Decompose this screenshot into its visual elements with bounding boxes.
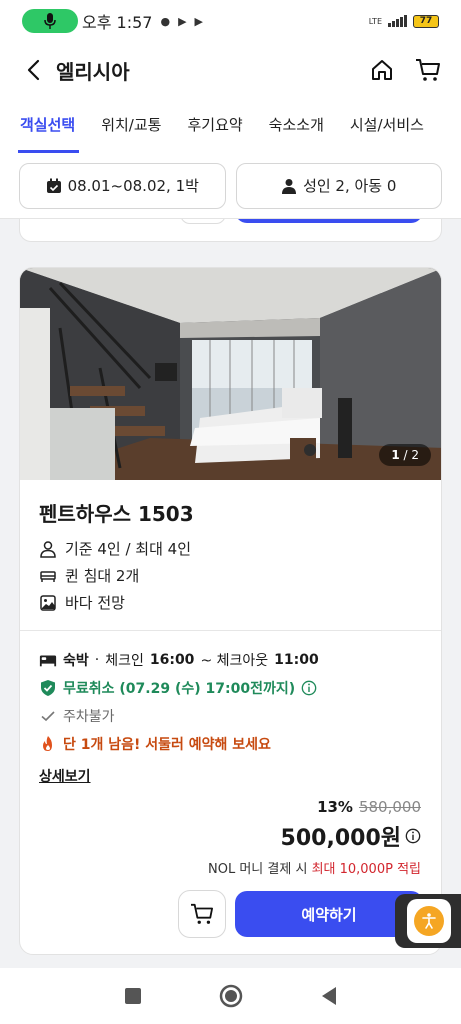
status-right-icons: LTE 77 bbox=[368, 14, 439, 28]
urgency-info: 단 1개 남음! 서둘러 예약해 보세요 bbox=[39, 734, 271, 754]
battery-icon: 77 bbox=[413, 14, 439, 28]
back-nav-button[interactable] bbox=[317, 984, 341, 1008]
calendar-icon bbox=[46, 178, 61, 193]
section-tabs: 객실선택 위치/교통 후기요약 숙소소개 시설/서비스 bbox=[0, 98, 461, 153]
urgency-text: 단 1개 남음! 서둘러 예약해 보세요 bbox=[63, 737, 271, 753]
previous-cart-button[interactable] bbox=[180, 219, 226, 224]
mic-icon bbox=[44, 13, 56, 29]
play-notification-icon-2: ▶ bbox=[194, 14, 204, 28]
points-prefix: NOL 머니 결제 시 bbox=[208, 862, 308, 877]
tab-location[interactable]: 위치/교통 bbox=[101, 114, 161, 153]
filter-bar: 08.01~08.02, 1박 성인 2, 아동 0 bbox=[0, 153, 461, 219]
image-icon bbox=[40, 594, 56, 611]
circle-home-icon bbox=[219, 984, 242, 1008]
info-icon[interactable] bbox=[301, 680, 317, 696]
previous-room-card bbox=[19, 219, 442, 242]
battery-level: 77 bbox=[419, 16, 433, 26]
stay-type: 숙박 bbox=[63, 653, 89, 669]
guest-selector[interactable]: 성인 2, 아동 0 bbox=[235, 162, 442, 209]
person-icon bbox=[282, 178, 297, 194]
accessibility-icon bbox=[414, 906, 444, 936]
checkin-label: 체크인 bbox=[105, 653, 144, 669]
square-icon bbox=[124, 988, 141, 1004]
bed-filled-icon bbox=[39, 655, 57, 667]
network-type: LTE bbox=[368, 16, 382, 26]
view-text: 바다 전망 bbox=[65, 594, 125, 612]
tab-property-info[interactable]: 숙소소개 bbox=[269, 114, 324, 153]
fire-icon bbox=[43, 736, 52, 751]
home-nav-button[interactable] bbox=[219, 984, 243, 1008]
triangle-back-icon bbox=[321, 987, 336, 1005]
original-price: 580,000 bbox=[358, 798, 421, 816]
signal-icon bbox=[388, 15, 407, 27]
system-nav-bar bbox=[0, 968, 461, 1024]
view-spec: 바다 전망 bbox=[39, 592, 125, 613]
home-icon bbox=[372, 60, 392, 80]
app-header: 엘리시아 bbox=[0, 42, 461, 98]
points-info: NOL 머니 결제 시 최대 10,000P 적립 bbox=[208, 858, 421, 877]
status-bar: 오후 1:57 ● ▶ ▶ LTE 77 bbox=[0, 0, 461, 42]
section-divider bbox=[20, 630, 441, 631]
price-info-icon[interactable] bbox=[405, 828, 421, 844]
shield-check-icon bbox=[41, 680, 55, 696]
photo-current-index: 1 bbox=[391, 448, 400, 462]
cart-icon bbox=[416, 59, 440, 81]
room-name: 펜트하우스 1503 bbox=[39, 502, 194, 526]
checkout-label: ~ 체크아웃 bbox=[200, 653, 269, 669]
room-photo[interactable] bbox=[20, 268, 442, 480]
checkin-time: 16:00 bbox=[149, 652, 195, 668]
status-time: 오후 1:57 bbox=[82, 13, 153, 32]
free-cancel-text: 무료취소 (07.29 (수) 17:00전까지) bbox=[63, 681, 296, 697]
tab-room-select[interactable]: 객실선택 bbox=[17, 114, 80, 153]
stay-info: 숙박 · 체크인 16:00 ~ 체크아웃 11:00 bbox=[39, 650, 319, 670]
bed-icon bbox=[40, 570, 56, 582]
play-notification-icon: ▶ bbox=[178, 14, 187, 28]
capacity-text: 기준 4인 / 최대 4인 bbox=[65, 540, 192, 558]
bed-text: 퀸 침대 2개 bbox=[65, 567, 140, 585]
photo-counter: 1 / 2 bbox=[379, 444, 431, 466]
photo-total: 2 bbox=[411, 448, 419, 462]
check-icon bbox=[41, 711, 55, 722]
guest-count: 성인 2, 아동 0 bbox=[303, 177, 397, 195]
back-button[interactable] bbox=[18, 55, 48, 85]
points-accent: 최대 10,000P 적립 bbox=[311, 862, 421, 877]
final-price: 500,000원 bbox=[280, 826, 401, 851]
recent-apps-button[interactable] bbox=[121, 984, 145, 1008]
detail-link[interactable]: 상세보기 bbox=[39, 766, 91, 786]
home-button[interactable] bbox=[367, 55, 397, 85]
page-title: 엘리시아 bbox=[56, 59, 130, 84]
tab-facilities[interactable]: 시설/서비스 bbox=[350, 114, 424, 153]
free-cancel-info: 무료취소 (07.29 (수) 17:00전까지) bbox=[39, 678, 317, 698]
room-card: 1 / 2 펜트하우스 1503 기준 4인 / 최대 4인 퀸 침대 2개 바… bbox=[19, 267, 442, 955]
date-selector[interactable]: 08.01~08.02, 1박 bbox=[19, 162, 226, 209]
chat-notification-icon: ● bbox=[160, 14, 171, 28]
add-to-cart-button[interactable] bbox=[178, 890, 226, 938]
mic-active-indicator bbox=[22, 9, 78, 33]
previous-book-button[interactable] bbox=[235, 219, 423, 223]
cart-icon bbox=[191, 903, 213, 924]
parking-info: 주차불가 bbox=[39, 706, 115, 726]
date-range: 08.01~08.02, 1박 bbox=[67, 177, 199, 195]
checkout-time: 11:00 bbox=[274, 652, 319, 668]
tab-reviews[interactable]: 후기요약 bbox=[187, 114, 242, 153]
bed-spec: 퀸 침대 2개 bbox=[39, 565, 139, 586]
parking-text: 주차불가 bbox=[63, 709, 115, 725]
cart-button[interactable] bbox=[413, 55, 443, 85]
capacity-spec: 기준 4인 / 최대 4인 bbox=[39, 538, 191, 559]
person-outline-icon bbox=[40, 540, 56, 558]
price-area: 13% 580,000 500,000원 bbox=[281, 798, 421, 852]
back-arrow-icon bbox=[27, 59, 40, 81]
accessibility-widget[interactable] bbox=[395, 894, 461, 948]
discount-rate: 13% bbox=[317, 798, 353, 816]
